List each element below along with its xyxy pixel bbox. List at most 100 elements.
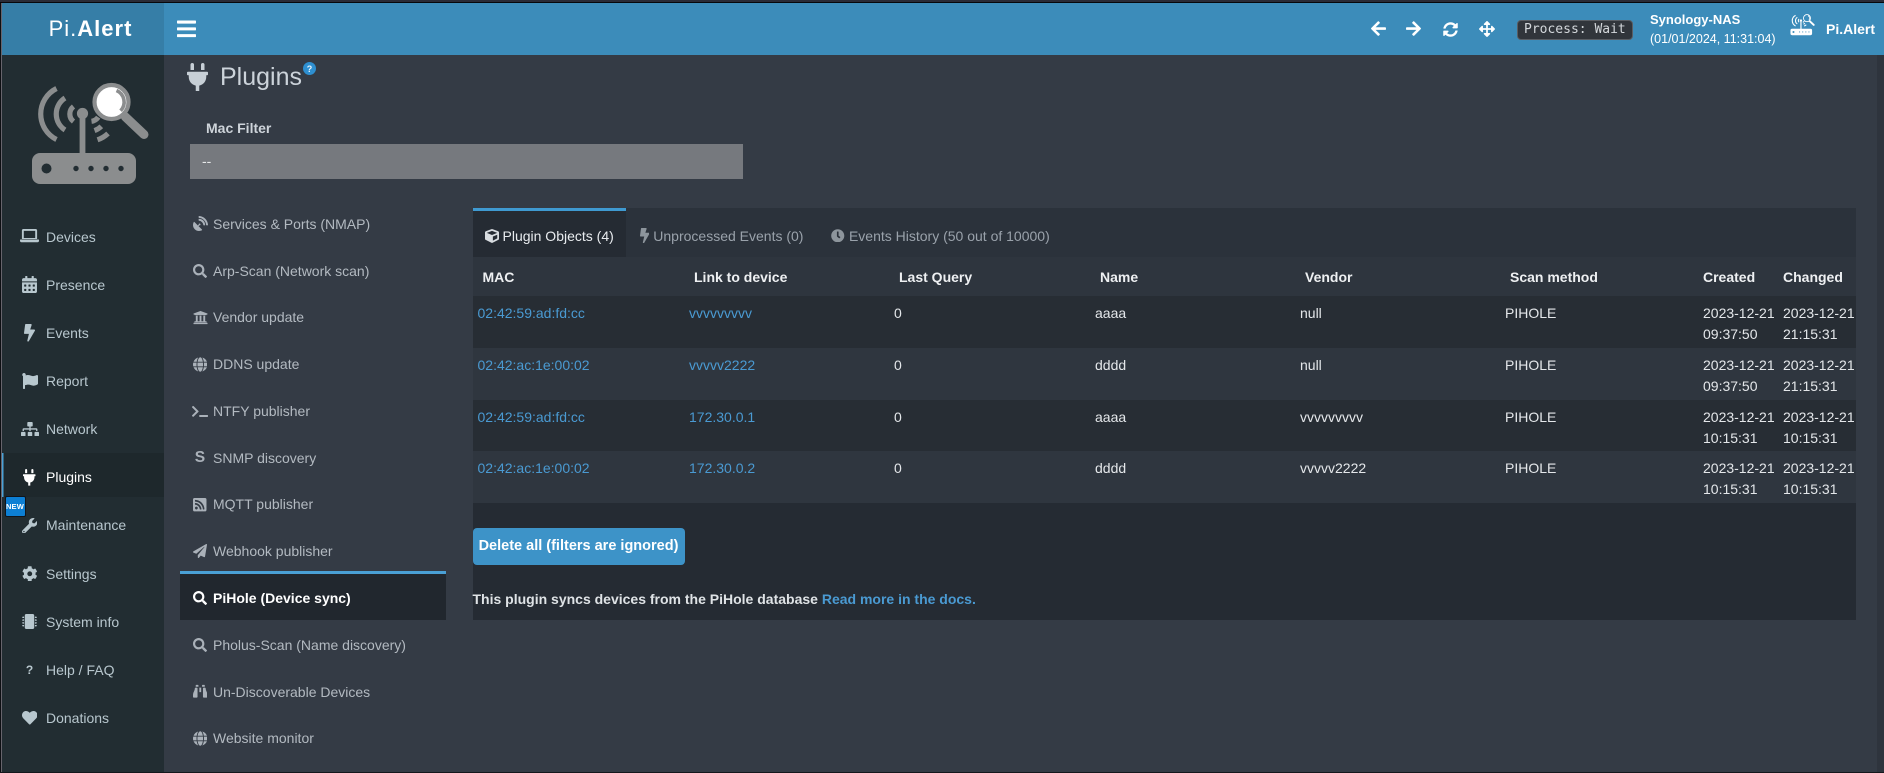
cell-mac[interactable]: 02:42:ac:1e:00:02 bbox=[473, 451, 685, 503]
sidebar-item-presence[interactable]: Presence bbox=[0, 261, 164, 305]
column-header-last-query[interactable]: Last Query bbox=[889, 257, 1090, 296]
plugin-nav-item-pihole-device-sync[interactable]: PiHole (Device sync) bbox=[180, 574, 446, 621]
read-docs-link[interactable]: Read more in the docs. bbox=[822, 591, 976, 607]
cell-vendor: null bbox=[1295, 348, 1500, 400]
plugin-info-text: This plugin syncs devices from the PiHol… bbox=[473, 591, 822, 607]
plugin-nav-item-mqtt-publisher[interactable]: MQTT publisher bbox=[180, 480, 446, 527]
mac-link[interactable]: 02:42:ac:1e:00:02 bbox=[478, 357, 590, 373]
tab-unprocessed-events-0[interactable]: Unprocessed Events (0) bbox=[626, 208, 818, 257]
tab-label: Plugin Objects (4) bbox=[503, 228, 614, 244]
cell-mac[interactable]: 02:42:ac:1e:00:02 bbox=[473, 348, 685, 400]
plugin-nav-item-snmp-discovery[interactable]: SSNMP discovery bbox=[180, 433, 446, 480]
sitemap-icon bbox=[20, 422, 39, 436]
sidebar-item-label: Report bbox=[46, 373, 88, 389]
main-content: Plugins ? Mac Filter Services & Ports (N… bbox=[164, 55, 1884, 773]
column-header-changed[interactable]: Changed bbox=[1778, 257, 1856, 296]
cell-scan-method: PIHOLE bbox=[1500, 348, 1698, 400]
window-top-edge bbox=[0, 0, 1884, 3]
tab-plugin-objects-4[interactable]: Plugin Objects (4) bbox=[473, 208, 626, 257]
plugin-nav-item-un-discoverable-devices[interactable]: Un-Discoverable Devices bbox=[180, 667, 446, 714]
cell-mac[interactable]: 02:42:59:ad:fd:cc bbox=[473, 296, 685, 348]
device-link[interactable]: 172.30.0.1 bbox=[689, 409, 755, 425]
plugin-nav-item-website-monitor[interactable]: Website monitor bbox=[180, 714, 446, 761]
header-app-name: Pi.Alert bbox=[1826, 20, 1875, 38]
cell-created: 2023-12-2110:15:31 bbox=[1698, 451, 1778, 503]
mac-filter-input[interactable] bbox=[190, 144, 743, 179]
cell-link-to-device[interactable]: vvvvv2222 bbox=[684, 348, 889, 400]
sidebar-item-label: Help / FAQ bbox=[46, 662, 114, 678]
host-info: Synology-NAS (01/01/2024, 11:31:04) bbox=[1650, 10, 1776, 49]
cell-link-to-device[interactable]: 172.30.0.1 bbox=[684, 400, 889, 452]
cell-last-query: 0 bbox=[889, 296, 1090, 348]
terminal-icon bbox=[192, 405, 208, 418]
cell-link-to-device[interactable]: vvvvvvvvv bbox=[684, 296, 889, 348]
table-row: 02:42:59:ad:fd:cc vvvvvvvvv 0aaaanullPIHOL… bbox=[473, 296, 1857, 348]
sidebar-item-network[interactable]: Network bbox=[0, 405, 164, 449]
column-header-created[interactable]: Created bbox=[1698, 257, 1778, 296]
sidebar-item-system-info[interactable]: System info bbox=[0, 598, 164, 642]
cell-changed: 2023-12-2121:15:31 bbox=[1778, 348, 1856, 400]
arrow-left-icon bbox=[1371, 20, 1386, 37]
device-link[interactable]: 172.30.0.2 bbox=[689, 460, 755, 476]
nav-forward-button[interactable] bbox=[1395, 3, 1431, 55]
mac-link[interactable]: 02:42:ac:1e:00:02 bbox=[478, 460, 590, 476]
cell-scan-method: PIHOLE bbox=[1500, 296, 1698, 348]
sidebar-item-devices[interactable]: Devices bbox=[0, 212, 164, 256]
laptop-icon bbox=[20, 229, 39, 244]
plugin-nav-item-services-ports-nmap[interactable]: Services & Ports (NMAP) bbox=[180, 200, 446, 247]
plugin-nav-item-arp-scan-network-scan[interactable]: Arp-Scan (Network scan) bbox=[180, 246, 446, 293]
plugin-nav-item-ddns-update[interactable]: DDNS update bbox=[180, 340, 446, 387]
cell-scan-method: PIHOLE bbox=[1500, 400, 1698, 452]
plugin-nav-label: DDNS update bbox=[213, 356, 299, 372]
cell-changed: 2023-12-2110:15:31 bbox=[1778, 451, 1856, 503]
table-header-row: MACLink to deviceLast QueryNameVendorSca… bbox=[473, 257, 1857, 296]
cell-created: 2023-12-2109:37:50 bbox=[1698, 348, 1778, 400]
column-header-scan-method[interactable]: Scan method bbox=[1500, 257, 1698, 296]
device-link[interactable]: vvvvvvvvv bbox=[689, 305, 752, 321]
wrench-icon bbox=[20, 518, 39, 534]
bolt-icon bbox=[640, 228, 650, 243]
nav-back-button[interactable] bbox=[1361, 3, 1397, 55]
column-header-link-to-device[interactable]: Link to device bbox=[684, 257, 889, 296]
sidebar-item-help-faq[interactable]: ? Help / FAQ bbox=[0, 646, 164, 690]
help-question-icon[interactable]: ? bbox=[303, 62, 316, 75]
column-header-name[interactable]: Name bbox=[1090, 257, 1295, 296]
sidebar-item-events[interactable]: Events bbox=[0, 309, 164, 353]
nav-refresh-button[interactable] bbox=[1433, 3, 1469, 55]
column-header-mac[interactable]: MAC bbox=[473, 257, 685, 296]
sidebar-item-report[interactable]: Report bbox=[0, 357, 164, 401]
plugin-nav-item-pholus-scan-name-discovery[interactable]: Pholus-Scan (Name discovery) bbox=[180, 620, 446, 667]
sidebar-menu: Devices PresenceEvents Report NetworkPlugin… bbox=[0, 212, 164, 742]
question-icon: ? bbox=[20, 664, 39, 676]
nav-move-button[interactable] bbox=[1469, 3, 1505, 55]
plugin-nav-item-vendor-update[interactable]: Vendor update bbox=[180, 293, 446, 340]
delete-all-button[interactable]: Delete all (filters are ignored) bbox=[473, 528, 685, 566]
cell-name: aaaa bbox=[1090, 400, 1295, 452]
column-header-vendor[interactable]: Vendor bbox=[1295, 257, 1500, 296]
device-link[interactable]: vvvvv2222 bbox=[689, 357, 755, 373]
cell-name: aaaa bbox=[1090, 296, 1295, 348]
sidebar-item-label: Maintenance bbox=[46, 517, 126, 533]
sidebar-item-label: Devices bbox=[46, 229, 96, 245]
cell-mac[interactable]: 02:42:59:ad:fd:cc bbox=[473, 400, 685, 452]
university-icon bbox=[192, 310, 208, 325]
page-title: Plugins bbox=[220, 61, 302, 94]
tab-bar: Plugin Objects (4) Unprocessed Events (0)… bbox=[473, 208, 1857, 257]
sidebar-item-donations[interactable]: Donations bbox=[0, 694, 164, 738]
mac-link[interactable]: 02:42:59:ad:fd:cc bbox=[478, 305, 585, 321]
page-title-block: Plugins ? bbox=[187, 61, 316, 94]
sidebar-item-maintenance[interactable]: MaintenanceNEW bbox=[0, 501, 164, 545]
scrollbar[interactable] bbox=[1877, 55, 1884, 773]
tab-events-history-50-out-of-10000[interactable]: Events History (50 out of 10000) bbox=[817, 208, 1063, 257]
cell-link-to-device[interactable]: 172.30.0.2 bbox=[684, 451, 889, 503]
table-row: 02:42:ac:1e:00:02vvvvv22220ddddnullPIHOL… bbox=[473, 348, 1857, 400]
plugin-nav-label: Webhook publisher bbox=[213, 543, 333, 559]
mac-link[interactable]: 02:42:59:ad:fd:cc bbox=[478, 409, 585, 425]
cell-changed: 2023-12-2110:15:31 bbox=[1778, 400, 1856, 452]
cell-vendor: null bbox=[1295, 296, 1500, 348]
plugin-nav-item-webhook-publisher[interactable]: Webhook publisher bbox=[180, 527, 446, 574]
cell-vendor: vvvvvvvvv bbox=[1295, 400, 1500, 452]
plugin-nav-item-ntfy-publisher[interactable]: NTFY publisher bbox=[180, 387, 446, 434]
sidebar-item-settings[interactable]: Settings bbox=[0, 549, 164, 593]
sidebar-item-plugins[interactable]: Plugins bbox=[0, 453, 164, 497]
